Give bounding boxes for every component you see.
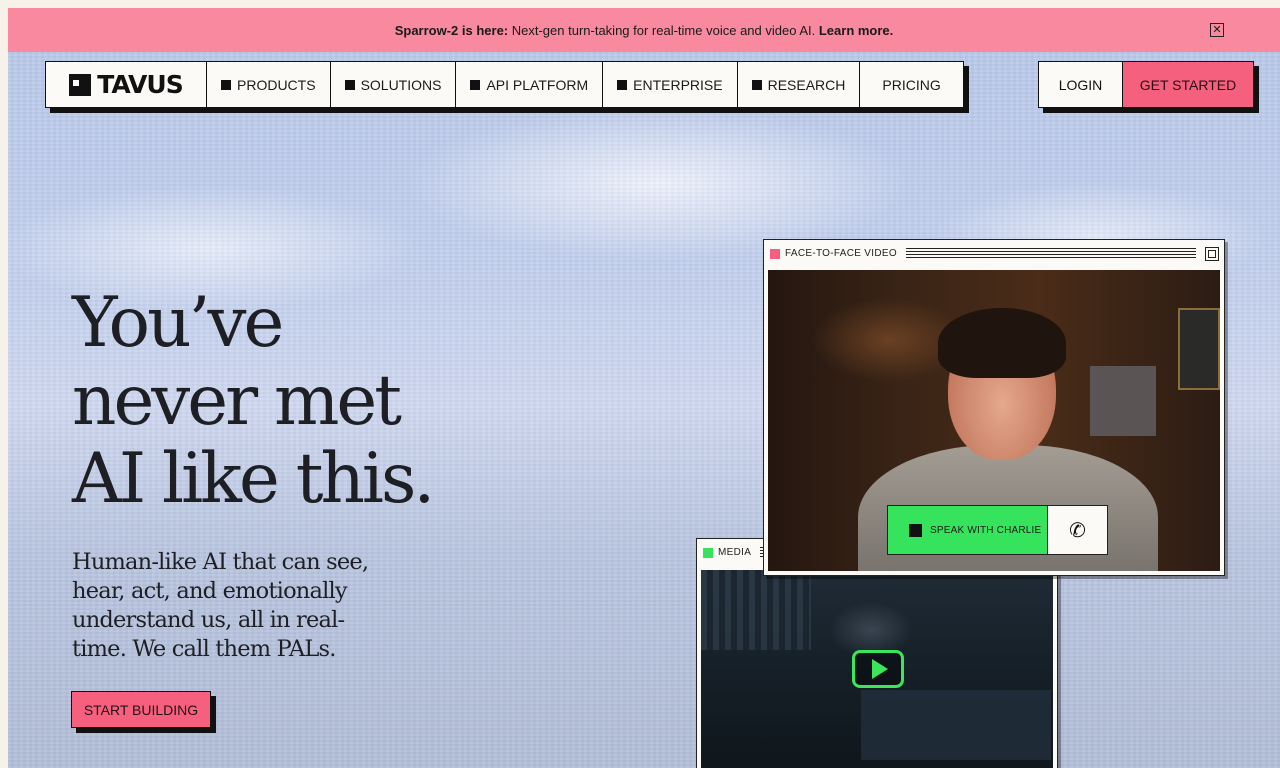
phone-icon: ✆: [1069, 519, 1086, 542]
logo-text: TAVUS: [97, 70, 183, 99]
square-icon: [751, 79, 762, 90]
square-icon: [909, 523, 922, 537]
banner-text: Sparrow-2 is here: Next-gen turn-taking …: [395, 23, 894, 38]
logo[interactable]: TAVUS: [46, 62, 207, 107]
f2f-window-label: FACE-TO-FACE VIDEO: [785, 248, 897, 259]
f2f-window-titlebar: FACE-TO-FACE VIDEO: [764, 240, 1224, 267]
media-video[interactable]: [701, 570, 1053, 768]
hero-title-line: never met: [72, 361, 402, 441]
nav-item-solutions[interactable]: SOLUTIONS: [331, 62, 457, 107]
speak-with-charlie-button[interactable]: SPEAK WITH CHARLIE: [888, 506, 1047, 554]
media-window-label: MEDIA: [718, 547, 752, 558]
maximize-icon[interactable]: [1205, 246, 1219, 261]
auth-buttons: LOGIN GET STARTED: [1038, 61, 1254, 108]
announcement-banner: Sparrow-2 is here: Next-gen turn-taking …: [8, 8, 1280, 52]
speak-label: SPEAK WITH CHARLIE: [930, 524, 1042, 536]
nav-item-pricing[interactable]: PRICING: [860, 62, 962, 107]
phone-call-button[interactable]: ✆: [1047, 506, 1107, 554]
nav-item-api-platform[interactable]: API PLATFORM: [456, 62, 604, 107]
page: Sparrow-2 is here: Next-gen turn-taking …: [8, 8, 1280, 768]
nav-item-research[interactable]: RESEARCH: [738, 62, 861, 107]
wall-poster: [1090, 366, 1156, 436]
square-icon: [344, 79, 355, 90]
nav-item-products[interactable]: PRODUCTS: [207, 62, 331, 107]
hero-title-line: You’ve: [72, 283, 284, 363]
banner-body: Next-gen turn-taking for real-time voice…: [508, 22, 819, 38]
login-button[interactable]: LOGIN: [1039, 62, 1123, 107]
square-icon: [221, 79, 231, 90]
banner-close-button[interactable]: ✕: [1210, 23, 1224, 37]
f2f-video: SPEAK WITH CHARLIE ✆: [768, 270, 1220, 571]
get-started-button[interactable]: GET STARTED: [1123, 62, 1253, 107]
face-to-face-window: FACE-TO-FACE VIDEO SPEAK WITH CHARLIE ✆: [763, 239, 1225, 576]
close-icon: ✕: [1212, 23, 1222, 36]
tavus-logo-icon: [69, 73, 92, 96]
speak-control: SPEAK WITH CHARLIE ✆: [887, 505, 1108, 555]
hero-subtitle: Human-like AI that can see, hear, act, a…: [72, 549, 369, 662]
banner-bold: Sparrow-2 is here:: [394, 22, 509, 38]
main-nav: TAVUS PRODUCTS SOLUTIONS API PLATFORM EN…: [45, 61, 964, 108]
banner-link[interactable]: Learn more.: [819, 23, 893, 38]
nav-item-label: SOLUTIONS: [360, 76, 442, 93]
person-hair: [938, 308, 1066, 378]
titlebar-stripes: [905, 247, 1196, 260]
square-icon: [470, 79, 481, 90]
nav-item-label: RESEARCH: [767, 76, 846, 93]
nav-item-enterprise[interactable]: ENTERPRISE: [603, 62, 738, 107]
nav-item-label: PRODUCTS: [237, 76, 316, 93]
status-dot-icon: [770, 248, 780, 259]
nav-item-label: ENTERPRISE: [633, 76, 723, 93]
nav-item-label: API PLATFORM: [486, 76, 589, 93]
wall-poster: [1178, 308, 1220, 390]
hero-title: You’ve never met AI like this.: [72, 283, 435, 519]
play-button[interactable]: [852, 650, 904, 688]
start-building-button[interactable]: START BUILDING: [71, 691, 211, 728]
status-dot-icon: [703, 547, 713, 558]
hero-title-line: AI like this.: [72, 439, 435, 519]
nav-item-label: PRICING: [882, 76, 941, 93]
square-icon: [617, 79, 628, 90]
